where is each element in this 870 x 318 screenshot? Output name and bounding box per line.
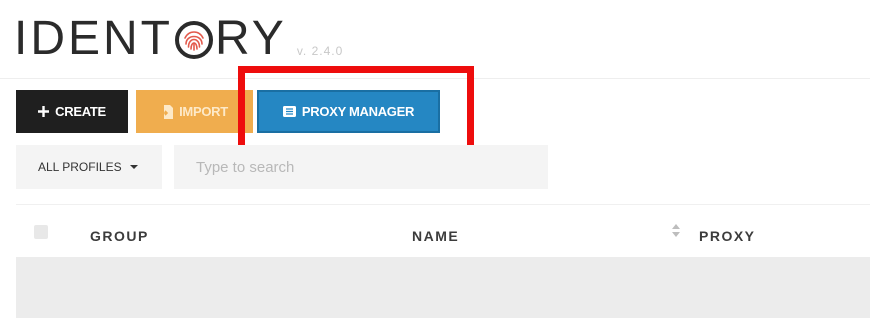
import-button-label: IMPORT bbox=[179, 104, 228, 119]
create-button[interactable]: CREATE bbox=[16, 90, 128, 133]
plus-icon bbox=[38, 106, 50, 117]
fingerprint-icon bbox=[174, 20, 214, 60]
logo-text-right: RY bbox=[215, 12, 287, 65]
header-divider bbox=[0, 78, 870, 79]
column-header-name[interactable]: NAME bbox=[412, 228, 459, 244]
logo-text-left: IDENT bbox=[14, 12, 173, 65]
profile-filter-dropdown[interactable]: ALL PROFILES bbox=[16, 145, 162, 189]
create-button-label: CREATE bbox=[55, 104, 106, 119]
logo-wordmark: IDENT RY bbox=[14, 14, 287, 64]
app-logo: IDENT RY v. 2.4.0 bbox=[14, 14, 343, 64]
sort-icon[interactable] bbox=[671, 221, 681, 241]
profile-filter-label: ALL PROFILES bbox=[38, 160, 122, 174]
select-all-checkbox[interactable] bbox=[34, 225, 48, 239]
list-icon bbox=[282, 106, 296, 117]
column-header-proxy[interactable]: PROXY bbox=[699, 228, 756, 244]
version-label: v. 2.4.0 bbox=[296, 44, 344, 58]
import-button[interactable]: IMPORT bbox=[136, 90, 253, 133]
proxy-manager-button[interactable]: PROXY MANAGER bbox=[257, 90, 440, 133]
proxy-manager-button-label: PROXY MANAGER bbox=[301, 104, 415, 119]
column-header-group[interactable]: GROUP bbox=[90, 228, 149, 244]
caret-down-icon bbox=[129, 165, 138, 169]
file-import-icon bbox=[161, 104, 174, 119]
table-row bbox=[16, 257, 870, 318]
table-header: GROUP NAME PROXY bbox=[16, 205, 870, 257]
search-input[interactable] bbox=[174, 145, 548, 189]
